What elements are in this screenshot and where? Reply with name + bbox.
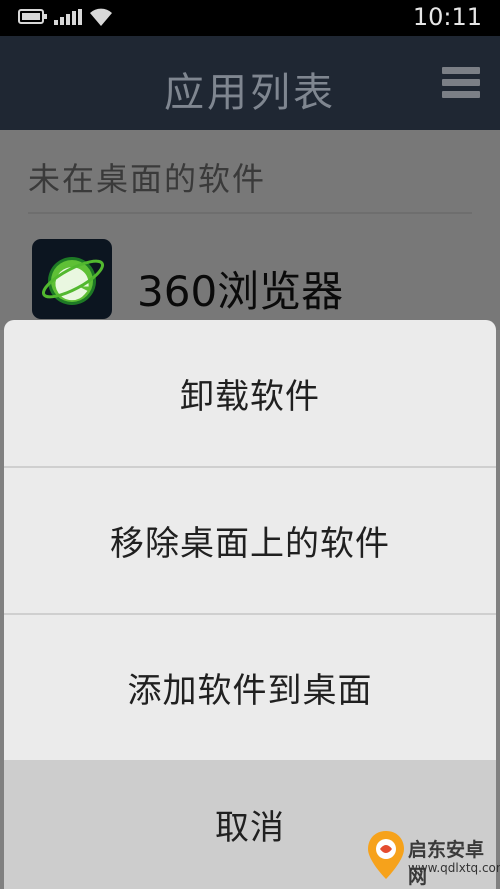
clock: 10:11 (412, 3, 482, 31)
wifi-icon (90, 8, 112, 26)
battery-icon (18, 9, 47, 24)
watermark-logo: 启东安卓网 www.qdlxtq.com (366, 829, 500, 888)
list-item[interactable]: 360浏览器 (0, 230, 500, 330)
browser-app-icon (32, 239, 112, 319)
add-to-desktop-button[interactable]: 添加软件到桌面 (4, 615, 496, 760)
watermark-url: www.qdlxtq.com (408, 861, 500, 875)
app-name: 360浏览器 (137, 267, 344, 316)
menu-icon[interactable] (442, 67, 480, 99)
page-title: 应用列表 (164, 70, 336, 116)
section-header: 未在桌面的软件 (28, 160, 267, 198)
status-bar: 10:11 (0, 0, 500, 36)
signal-icon (54, 9, 82, 25)
title-bar: 应用列表 (0, 36, 500, 130)
watermark-pin-icon (368, 831, 404, 879)
divider (28, 212, 472, 214)
app-list: 未在桌面的软件 360浏览器 (0, 130, 500, 330)
remove-from-desktop-button[interactable]: 移除桌面上的软件 (4, 468, 496, 613)
uninstall-button[interactable]: 卸载软件 (4, 320, 496, 466)
action-sheet: 卸载软件 移除桌面上的软件 添加软件到桌面 取消 (4, 320, 496, 889)
